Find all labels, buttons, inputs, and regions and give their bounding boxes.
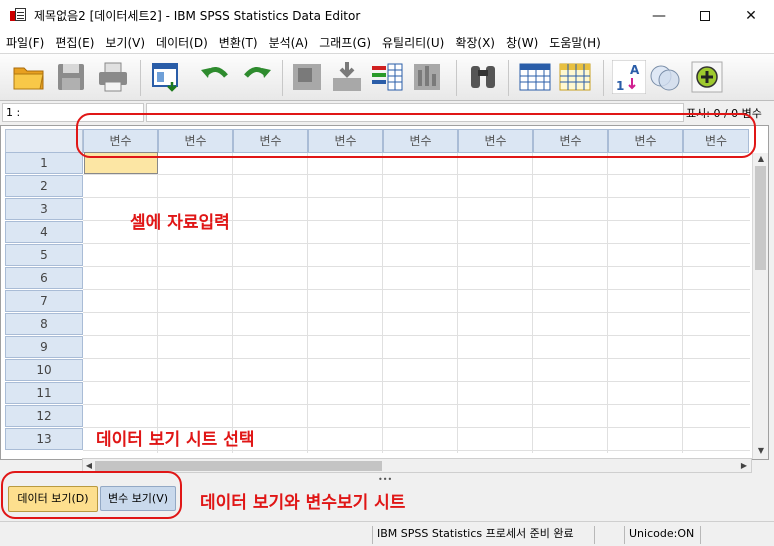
annotation-box-column-headers — [76, 113, 756, 158]
menu-item-5[interactable]: 분석(A) — [265, 34, 316, 51]
row-header[interactable]: 4 — [5, 221, 83, 243]
use-sets-icon[interactable] — [648, 60, 682, 94]
grid-column-line — [682, 153, 683, 453]
insert-variable-icon[interactable] — [558, 60, 592, 94]
processor-status: IBM SPSS Statistics 프로세서 준비 완료 — [372, 526, 592, 544]
spss-app-icon — [10, 7, 26, 24]
row-header[interactable]: 5 — [5, 244, 83, 266]
annotation-cell-input: 셀에 자료입력 — [130, 213, 230, 233]
menu-item-1[interactable]: 편집(E) — [51, 34, 101, 51]
grid-column-line — [307, 153, 308, 453]
menu-item-3[interactable]: 데이터(D) — [152, 34, 215, 51]
grid-column-line — [457, 153, 458, 453]
menu-item-10[interactable]: 도움말(H) — [545, 34, 608, 51]
annotation-data-view-select: 데이터 보기 시트 선택 — [96, 430, 255, 450]
row-header[interactable]: 2 — [5, 175, 83, 197]
window-title: 제목없음2 [데이터세트2] - IBM SPSS Statistics Dat… — [34, 9, 361, 23]
grid-row-line — [83, 197, 750, 198]
grid-row-line — [83, 312, 750, 313]
row-header[interactable]: 7 — [5, 290, 83, 312]
row-header[interactable]: 9 — [5, 336, 83, 358]
menu-item-6[interactable]: 그래프(G) — [315, 34, 378, 51]
row-header[interactable]: 10 — [5, 359, 83, 381]
redo-icon[interactable] — [240, 60, 274, 94]
grid-column-line — [382, 153, 383, 453]
row-header[interactable]: 13 — [5, 428, 83, 450]
menu-item-8[interactable]: 확장(X) — [451, 34, 502, 51]
toolbar-separator — [508, 60, 509, 96]
open-folder-icon[interactable] — [12, 60, 46, 94]
grid-column-line — [532, 153, 533, 453]
run-descriptive-icon[interactable] — [410, 60, 444, 94]
scroll-right-icon[interactable]: ▶ — [738, 459, 750, 472]
toolbar-separator — [282, 60, 283, 96]
pane-splitter-icon[interactable]: ••• — [378, 475, 392, 484]
data-grid: 변수 변수 변수 변수 변수 변수 변수 변수 변수 1 2 3 4 5 6 7 8 9 10 11 12 13 ▲ ▼ — [0, 125, 769, 460]
save-icon[interactable] — [54, 60, 88, 94]
row-header[interactable]: 11 — [5, 382, 83, 404]
toolbar-separator — [603, 60, 604, 96]
grid-column-line — [232, 153, 233, 453]
row-header[interactable]: 8 — [5, 313, 83, 335]
grid-row-line — [83, 381, 750, 382]
grid-row-line — [83, 266, 750, 267]
annotation-sheets: 데이터 보기와 변수보기 시트 — [200, 493, 406, 513]
annotation-box-tabs — [1, 471, 182, 519]
row-header[interactable]: 1 — [5, 152, 83, 174]
grid-row-line — [83, 358, 750, 359]
grid-column-line — [607, 153, 608, 453]
goto-variable-icon[interactable] — [330, 60, 364, 94]
maximize-icon — [700, 10, 710, 21]
vertical-scroll-thumb[interactable] — [755, 166, 766, 270]
title-bar: 제목없음2 [데이터세트2] - IBM SPSS Statistics Dat… — [0, 0, 774, 31]
menu-item-2[interactable]: 보기(V) — [101, 34, 152, 51]
unicode-status: Unicode:ON — [624, 526, 698, 544]
vertical-scrollbar[interactable]: ▲ ▼ — [752, 153, 768, 459]
menu-item-7[interactable]: 유틸리티(U) — [378, 34, 451, 51]
scroll-up-icon[interactable]: ▲ — [755, 153, 767, 165]
row-header[interactable]: 3 — [5, 198, 83, 220]
horizontal-scrollbar[interactable]: ◀ ▶ — [82, 458, 752, 473]
minimize-icon: — — [652, 7, 666, 24]
grid-row-line — [83, 289, 750, 290]
close-button[interactable]: ✕ — [728, 0, 774, 31]
row-header[interactable]: 12 — [5, 405, 83, 427]
svg-text:1: 1 — [616, 79, 624, 93]
row-header[interactable]: 6 — [5, 267, 83, 289]
toolbar: A 1 — [0, 53, 774, 101]
menu-item-4[interactable]: 변환(T) — [215, 34, 265, 51]
variables-icon[interactable] — [370, 60, 404, 94]
goto-case-icon[interactable] — [290, 60, 324, 94]
toolbar-separator — [140, 60, 141, 96]
grid-column-line — [157, 153, 158, 453]
horizontal-scroll-thumb[interactable] — [95, 461, 382, 471]
insert-cases-icon[interactable] — [518, 60, 552, 94]
dialog-recall-icon[interactable] — [150, 60, 184, 94]
maximize-button[interactable] — [682, 0, 728, 31]
status-bar: IBM SPSS Statistics 프로세서 준비 완료 Unicode:O… — [0, 521, 774, 546]
grid-row-line — [83, 404, 750, 405]
minimize-button[interactable]: — — [636, 0, 682, 31]
grid-row-line — [83, 450, 750, 451]
menu-item-0[interactable]: 파일(F) — [2, 34, 51, 51]
toolbar-separator — [456, 60, 457, 96]
grid-row-line — [83, 243, 750, 244]
menu-item-9[interactable]: 창(W) — [502, 34, 545, 51]
undo-icon[interactable] — [198, 60, 232, 94]
scroll-down-icon[interactable]: ▼ — [755, 445, 767, 457]
status-empty-cell — [594, 526, 622, 544]
find-icon[interactable] — [466, 60, 500, 94]
print-icon[interactable] — [96, 60, 130, 94]
close-icon: ✕ — [745, 7, 757, 24]
menu-bar: 파일(F) 편집(E) 보기(V) 데이터(D) 변환(T) 분석(A) 그래프(G) 유틸리… — [0, 31, 774, 53]
svg-text:A: A — [630, 63, 640, 77]
status-empty-cell — [700, 526, 770, 544]
grid-row-line — [83, 335, 750, 336]
value-labels-icon[interactable]: A 1 — [612, 60, 646, 94]
grid-row-line — [83, 174, 750, 175]
add-icon[interactable] — [690, 60, 724, 94]
grid-corner[interactable] — [5, 129, 83, 153]
